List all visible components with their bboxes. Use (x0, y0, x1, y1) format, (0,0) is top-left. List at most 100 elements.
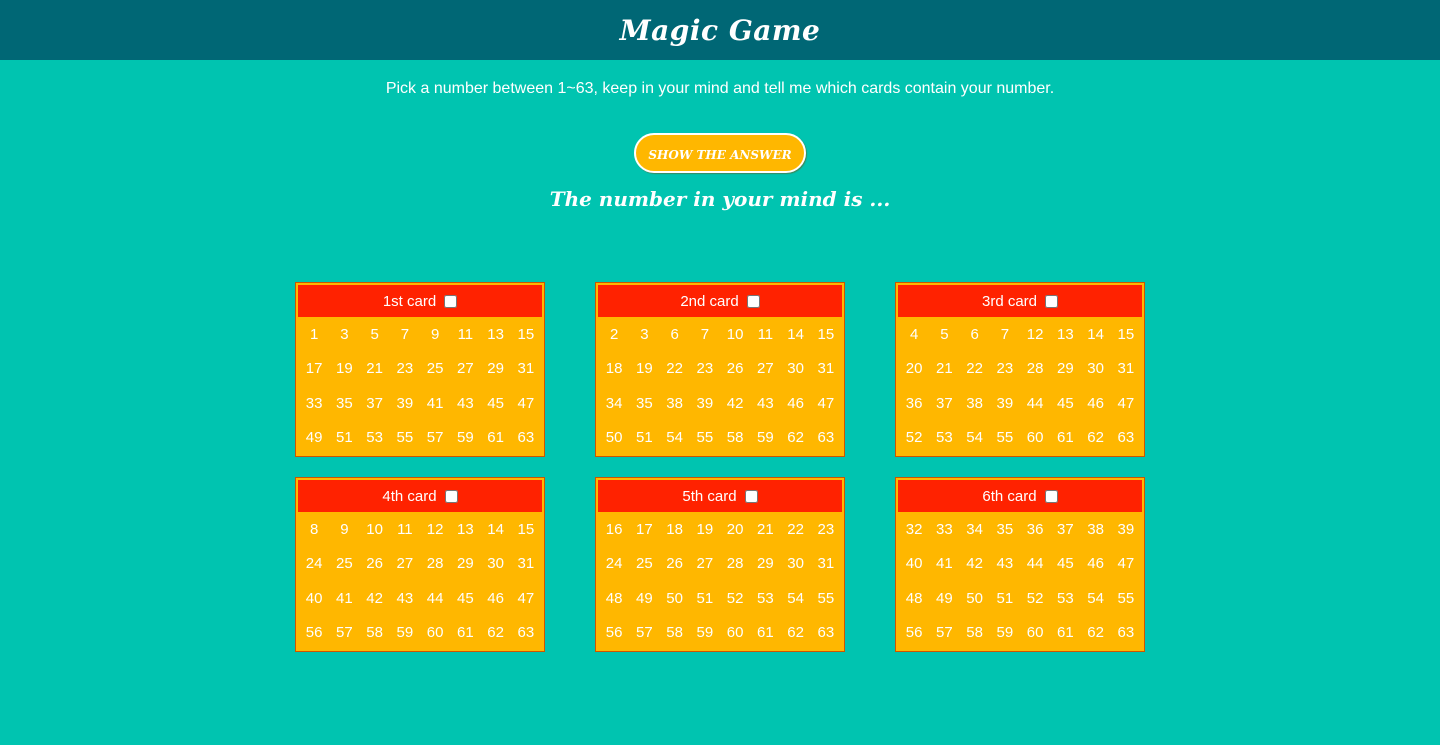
card-number: 35 (996, 520, 1014, 538)
card-number: 10 (366, 520, 383, 538)
card-number: 61 (487, 429, 504, 447)
card-number: 51 (336, 429, 353, 447)
card-number: 17 (636, 520, 653, 538)
card-number: 54 (666, 429, 683, 447)
card-number: 42 (726, 394, 744, 412)
card-checkbox[interactable] (1045, 294, 1059, 308)
card-number: 45 (487, 394, 504, 412)
card-number: 22 (666, 360, 683, 378)
card-number: 22 (787, 520, 804, 538)
number-card: 4th card 8 9 10 11 12 13 14 15 24 25 26 27 28 29 30 31 40… (295, 477, 545, 652)
card-number: 59 (757, 429, 774, 447)
card-number: 57 (636, 624, 653, 642)
card-number: 25 (636, 555, 653, 573)
card-number: 62 (787, 429, 804, 447)
card-number: 14 (1087, 325, 1104, 343)
card-number: 63 (517, 624, 535, 642)
card-number: 47 (1117, 394, 1135, 412)
card-number: 31 (1117, 360, 1135, 378)
card-number: 30 (787, 555, 804, 573)
card-number: 59 (696, 624, 714, 642)
card-number: 31 (517, 360, 535, 378)
number-card: 5th card 16 17 18 19 20 21 22 23 24 25 26 27 28 29 30 31… (595, 477, 845, 652)
card-checkbox[interactable] (1044, 489, 1058, 503)
card-number: 55 (396, 429, 414, 447)
card-number: 58 (726, 429, 744, 447)
card-number: 60 (726, 624, 744, 642)
card-checkbox[interactable] (444, 294, 458, 308)
card-number: 37 (366, 394, 383, 412)
card-number: 27 (396, 555, 414, 573)
card-number: 55 (996, 429, 1014, 447)
card-header: 2nd card (598, 285, 842, 317)
card-number: 61 (1057, 429, 1074, 447)
card-number: 53 (936, 429, 953, 447)
card-number: 18 (605, 360, 623, 378)
card-number: 32 (905, 520, 923, 538)
card-number: 24 (605, 555, 623, 573)
card-number: 44 (1026, 555, 1044, 573)
card-number: 22 (966, 360, 983, 378)
card-number: 27 (757, 360, 774, 378)
card-number: 2 (609, 325, 619, 343)
card-number: 33 (305, 394, 323, 412)
card-number: 51 (996, 589, 1014, 607)
card-label: 4th card (382, 487, 437, 505)
card-number: 56 (605, 624, 623, 642)
card-number: 48 (605, 589, 623, 607)
card-number: 19 (336, 360, 353, 378)
card-number: 57 (336, 624, 353, 642)
card-number: 47 (1117, 555, 1135, 573)
card-number: 30 (787, 360, 804, 378)
card-label: 2nd card (680, 292, 739, 310)
card-number: 46 (487, 589, 504, 607)
card-number: 6 (670, 325, 679, 343)
card-number: 26 (666, 555, 683, 573)
card-number: 35 (636, 394, 653, 412)
card-number: 15 (517, 325, 535, 343)
card-label: 6th card (982, 487, 1037, 505)
card-number: 47 (517, 394, 535, 412)
card-number: 14 (787, 325, 804, 343)
card-checkbox[interactable] (744, 489, 758, 503)
card-number: 56 (305, 624, 323, 642)
answer-button-wrapper: SHOW THE ANSWER (0, 133, 1440, 173)
card-number: 8 (309, 520, 319, 538)
card-number: 31 (517, 555, 535, 573)
card-number: 52 (1026, 589, 1044, 607)
app-header: Magic Game (0, 0, 1440, 60)
card-number: 11 (757, 325, 774, 343)
card-number: 62 (787, 624, 804, 642)
card-number: 3 (340, 325, 349, 343)
card-number: 44 (426, 589, 444, 607)
card-number: 43 (396, 589, 414, 607)
show-answer-button[interactable]: SHOW THE ANSWER (634, 133, 806, 173)
card-number: 27 (696, 555, 714, 573)
card-number: 53 (1057, 589, 1074, 607)
card-number: 30 (1087, 360, 1104, 378)
card-number: 20 (905, 360, 923, 378)
card-number: 38 (666, 394, 683, 412)
card-number: 40 (905, 555, 923, 573)
card-number: 34 (605, 394, 623, 412)
card-number: 25 (426, 360, 444, 378)
card-number: 39 (996, 394, 1014, 412)
card-header: 1st card (298, 285, 542, 317)
card-number: 63 (1117, 429, 1135, 447)
card-number: 50 (605, 429, 623, 447)
card-number: 60 (426, 624, 444, 642)
card-number: 63 (817, 429, 835, 447)
card-number: 43 (757, 394, 774, 412)
card-number: 1 (309, 325, 319, 343)
card-checkbox[interactable] (746, 294, 760, 308)
card-number: 53 (757, 589, 774, 607)
card-number: 50 (666, 589, 683, 607)
card-number: 61 (757, 624, 774, 642)
card-number: 16 (605, 520, 623, 538)
card-number: 61 (1057, 624, 1074, 642)
card-number: 49 (636, 589, 653, 607)
card-number: 39 (696, 394, 714, 412)
card-checkbox[interactable] (444, 489, 458, 503)
card-number: 5 (370, 325, 379, 343)
card-number: 33 (936, 520, 953, 538)
